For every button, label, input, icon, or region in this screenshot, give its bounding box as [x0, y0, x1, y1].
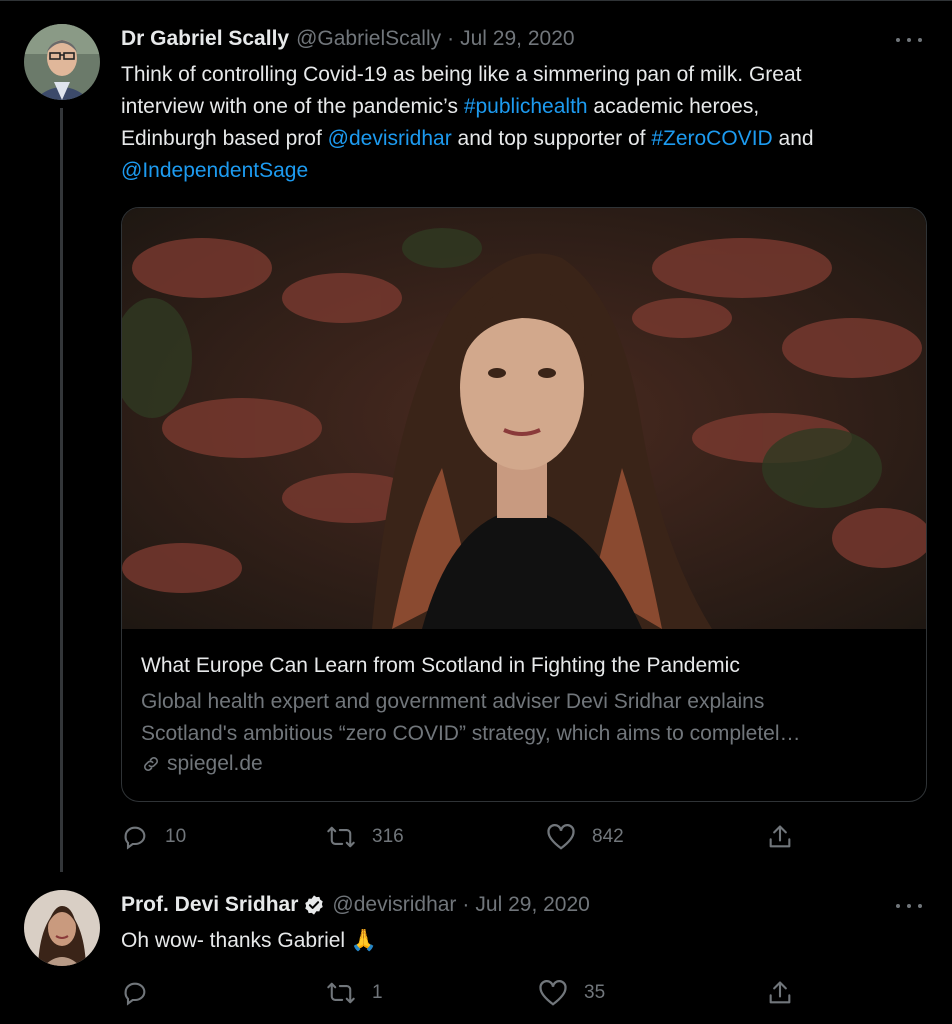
reply-button[interactable]: 10: [121, 820, 186, 854]
text-segment: academic heroes,: [587, 95, 760, 118]
tweet-text-line: @IndependentSage: [121, 155, 921, 187]
like-count: 35: [584, 982, 606, 1003]
retweet-icon: [327, 982, 355, 1004]
tweet-header: Dr Gabriel Scally @GabrielScally · Jul 2…: [121, 24, 575, 54]
tweet-header: Prof. Devi Sridhar @devisridhar · Jul 29…: [121, 890, 590, 920]
text-segment: and: [772, 127, 814, 150]
verified-badge-icon: [305, 895, 324, 915]
separator: ·: [462, 893, 470, 916]
like-button[interactable]: 35: [538, 976, 605, 1010]
text-segment: and top supporter of: [451, 127, 652, 150]
hashtag-link[interactable]: #publichealth: [464, 95, 588, 118]
card-domain-text: spiegel.de: [167, 752, 263, 775]
link-icon: [144, 757, 158, 771]
share-button[interactable]: [766, 976, 810, 1010]
tweet-actions: 1 35: [121, 976, 801, 1010]
thread-connector: [60, 108, 63, 872]
text-segment: Think of controlling Covid-19 as being l…: [121, 63, 802, 86]
avatar[interactable]: [24, 890, 100, 966]
mention-link[interactable]: @IndependentSage: [121, 159, 308, 182]
reply-icon: [124, 826, 146, 850]
share-icon: [769, 825, 791, 848]
author-name[interactable]: Dr Gabriel Scally: [121, 27, 289, 51]
link-card[interactable]: What Europe Can Learn from Scotland in F…: [121, 207, 927, 802]
tweet-text-line: Think of controlling Covid-19 as being l…: [121, 59, 921, 91]
share-button[interactable]: [766, 820, 810, 854]
tweet-text: Oh wow- thanks Gabriel 🙏: [121, 929, 378, 952]
card-image[interactable]: [122, 208, 926, 630]
tweet-gabriel-scally[interactable]: Dr Gabriel Scally @GabrielScally · Jul 2…: [0, 0, 952, 872]
like-count: 842: [592, 826, 624, 847]
reply-icon: [124, 982, 146, 1006]
retweet-count: 316: [372, 826, 404, 847]
tweet-date[interactable]: Jul 29, 2020: [460, 27, 574, 51]
author-handle[interactable]: @devisridhar: [332, 893, 456, 917]
text-segment: Edinburgh based prof: [121, 127, 328, 150]
retweet-button[interactable]: 1: [326, 976, 383, 1010]
like-icon: [539, 980, 567, 1006]
separator: ·: [447, 27, 455, 50]
tweet-text: Think of controlling Covid-19 as being l…: [121, 59, 921, 187]
author-name[interactable]: Prof. Devi Sridhar: [121, 893, 298, 917]
tweet-date[interactable]: Jul 29, 2020: [475, 893, 589, 917]
tweet-text-line: Edinburgh based prof @devisridhar and to…: [121, 123, 921, 155]
avatar[interactable]: [24, 24, 100, 100]
retweet-button[interactable]: 316: [326, 820, 404, 854]
like-icon: [547, 824, 575, 850]
tweet-devi-sridhar[interactable]: Prof. Devi Sridhar @devisridhar · Jul 29…: [0, 872, 952, 1024]
share-icon: [769, 981, 791, 1004]
like-button[interactable]: 842: [546, 820, 624, 854]
author-handle[interactable]: @GabrielScally: [296, 27, 441, 51]
retweet-count: 1: [372, 982, 383, 1003]
reply-button[interactable]: [121, 976, 165, 1010]
text-segment: interview with one of the pandemic’s: [121, 95, 464, 118]
hashtag-link[interactable]: #ZeroCOVID: [651, 127, 772, 150]
tweet-text-line: interview with one of the pandemic’s #pu…: [121, 91, 921, 123]
tweet-actions: 10 316 842: [121, 820, 801, 854]
reply-count: 10: [165, 826, 187, 847]
card-title[interactable]: What Europe Can Learn from Scotland in F…: [141, 654, 740, 678]
retweet-icon: [327, 826, 355, 848]
card-domain[interactable]: spiegel.de: [141, 752, 263, 776]
more-icon[interactable]: [896, 30, 922, 50]
card-description-line: Scotland's ambitious “zero COVID” strate…: [141, 722, 801, 745]
card-description-line: Global health expert and government advi…: [141, 690, 765, 713]
more-icon[interactable]: [896, 896, 922, 916]
mention-link[interactable]: @devisridhar: [328, 127, 452, 150]
card-description: Global health expert and government advi…: [141, 686, 911, 750]
